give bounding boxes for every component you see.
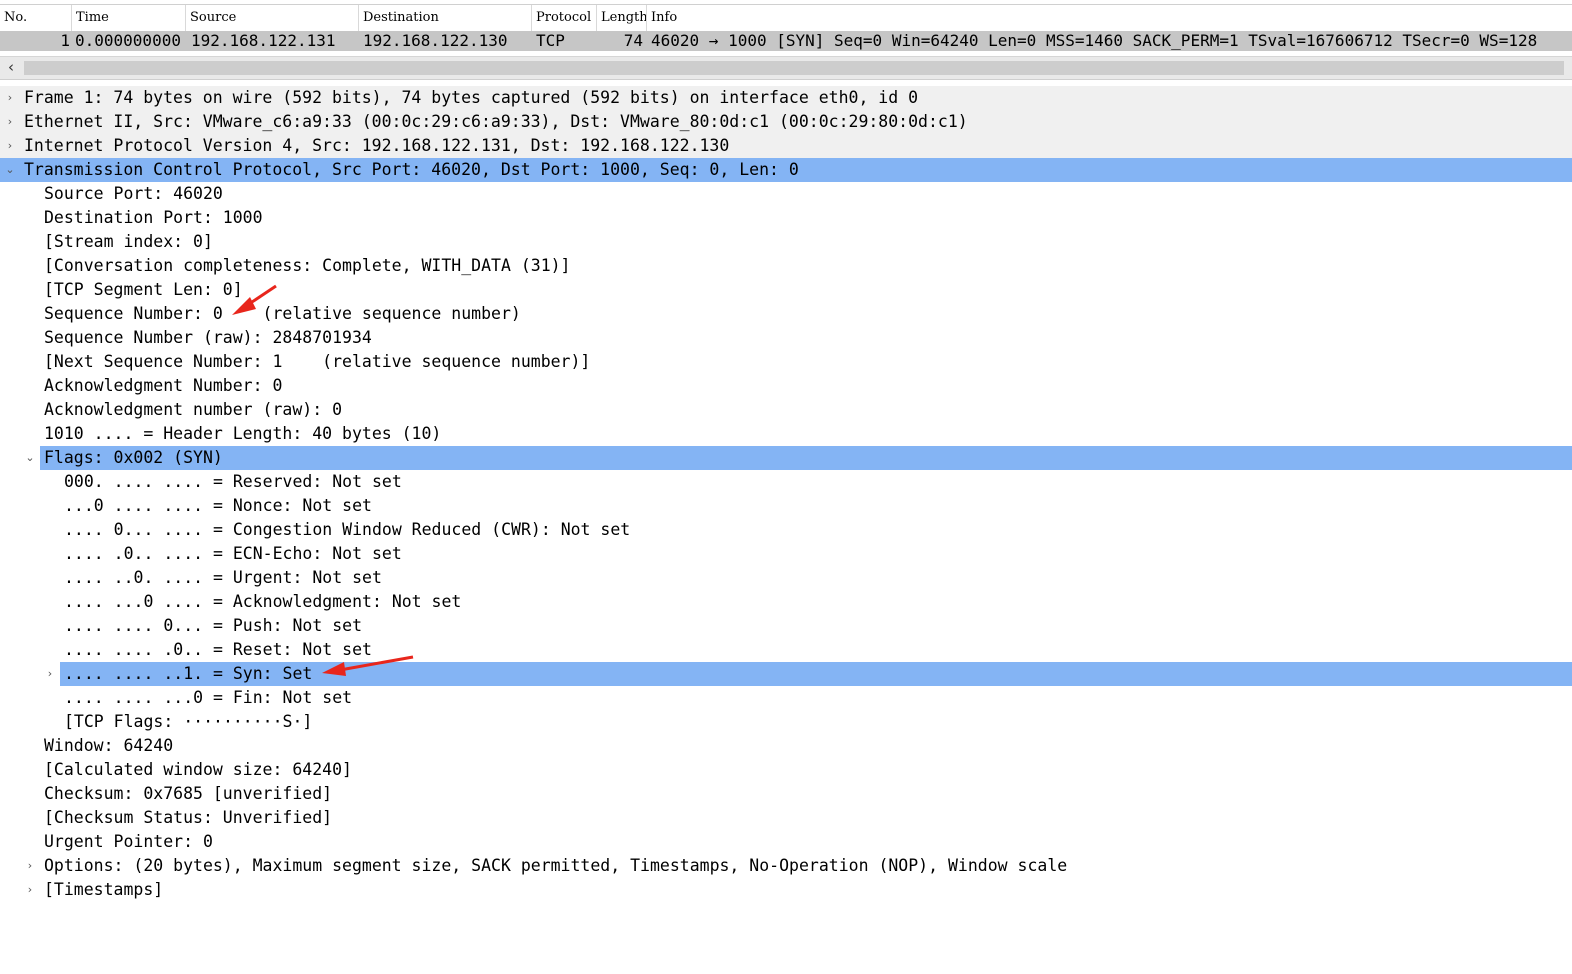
packet-detail-tree: › Frame 1: 74 bytes on wire (592 bits), …	[0, 86, 1572, 909]
tree-item-label: .... 0... .... = Congestion Window Reduc…	[64, 520, 631, 539]
tree-item-flag-reset[interactable]: .... .... .0.. = Reset: Not set	[0, 638, 1572, 662]
tree-item-label: .... ...0 .... = Acknowledgment: Not set	[64, 592, 462, 611]
column-protocol[interactable]: Protocol	[532, 5, 597, 31]
chevron-down-icon[interactable]: ⌄	[4, 158, 16, 182]
tree-item-label: 1010 .... = Header Length: 40 bytes (10)	[44, 424, 442, 443]
tree-item-flag-fin[interactable]: .... .... ...0 = Fin: Not set	[0, 686, 1572, 710]
tree-item-label: Ethernet II, Src: VMware_c6:a9:33 (00:0c…	[24, 112, 968, 131]
chevron-right-icon[interactable]: ›	[44, 662, 56, 686]
tree-item-label: .... .... 0... = Push: Not set	[64, 616, 363, 635]
column-source[interactable]: Source	[186, 5, 359, 31]
packet-info: 46020 → 1000 [SYN] Seq=0 Win=64240 Len=0…	[651, 31, 1538, 50]
tree-item-label: Options: (20 bytes), Maximum segment siz…	[44, 856, 1068, 875]
tree-item-label: .... .0.. .... = ECN-Echo: Not set	[64, 544, 402, 563]
tree-item-label: Sequence Number (raw): 2848701934	[44, 328, 372, 347]
tree-item-label: Transmission Control Protocol, Src Port:…	[24, 160, 799, 179]
tree-item-flag-urg[interactable]: .... ..0. .... = Urgent: Not set	[0, 566, 1572, 590]
packet-no: 1	[60, 31, 70, 50]
tree-item-window[interactable]: Window: 64240	[0, 734, 1572, 758]
tree-item-flag-push[interactable]: .... .... 0... = Push: Not set	[0, 614, 1572, 638]
packet-list: No. Time Source Destination Protocol Len…	[0, 0, 1572, 57]
tree-item-flag-reserved[interactable]: 000. .... .... = Reserved: Not set	[0, 470, 1572, 494]
tree-item-label: Window: 64240	[44, 736, 174, 755]
tree-item-flag-nonce[interactable]: ...0 .... .... = Nonce: Not set	[0, 494, 1572, 518]
tree-item-label: [Next Sequence Number: 1 (relative seque…	[44, 352, 591, 371]
tree-item-flags[interactable]: ⌄ Flags: 0x002 (SYN)	[0, 446, 1572, 470]
packet-list-header: No. Time Source Destination Protocol Len…	[0, 4, 1572, 32]
packet-time: 0.000000000	[75, 31, 181, 50]
chevron-right-icon[interactable]: ›	[24, 878, 36, 902]
column-time[interactable]: Time	[72, 5, 186, 31]
tree-item-src-port[interactable]: Source Port: 46020	[0, 182, 1572, 206]
tree-item-label: .... .... .0.. = Reset: Not set	[64, 640, 372, 659]
tree-item-label: .... ..0. .... = Urgent: Not set	[64, 568, 382, 587]
tree-item-tcp[interactable]: ⌄ Transmission Control Protocol, Src Por…	[0, 158, 1572, 182]
scrollbar-thumb[interactable]	[24, 61, 1564, 75]
tree-item-segment-len[interactable]: [TCP Segment Len: 0]	[0, 278, 1572, 302]
tree-item-label: [TCP Segment Len: 0]	[44, 280, 243, 299]
tree-item-seq-raw[interactable]: Sequence Number (raw): 2848701934	[0, 326, 1572, 350]
packet-length: 74	[623, 31, 643, 50]
tree-item-stream-index[interactable]: [Stream index: 0]	[0, 230, 1572, 254]
tree-item-header-len[interactable]: 1010 .... = Header Length: 40 bytes (10)	[0, 422, 1572, 446]
tree-item-label: Acknowledgment Number: 0	[44, 376, 283, 395]
tree-item-ack-raw[interactable]: Acknowledgment number (raw): 0	[0, 398, 1572, 422]
tree-item-timestamps[interactable]: › [Timestamps]	[0, 878, 1572, 902]
tree-item-label: Internet Protocol Version 4, Src: 192.16…	[24, 136, 730, 155]
tree-item-ack[interactable]: Acknowledgment Number: 0	[0, 374, 1572, 398]
horizontal-scrollbar[interactable]: ‹	[0, 56, 1572, 80]
packet-destination: 192.168.122.130	[363, 31, 508, 50]
tree-item-flag-cwr[interactable]: .... 0... .... = Congestion Window Reduc…	[0, 518, 1572, 542]
packet-protocol: TCP	[536, 31, 565, 50]
packet-row[interactable]: 1 0.000000000 192.168.122.131 192.168.12…	[0, 31, 1572, 51]
tree-item-label: Acknowledgment number (raw): 0	[44, 400, 343, 419]
tree-item-label: [Checksum Status: Unverified]	[44, 808, 333, 827]
chevron-right-icon[interactable]: ›	[4, 110, 16, 134]
tree-item-checksum-status[interactable]: [Checksum Status: Unverified]	[0, 806, 1572, 830]
tree-item-label: [Calculated window size: 64240]	[44, 760, 352, 779]
tree-item-urgent-pointer[interactable]: Urgent Pointer: 0	[0, 830, 1572, 854]
tree-item-label: Flags: 0x002 (SYN)	[44, 448, 223, 467]
tree-item-checksum[interactable]: Checksum: 0x7685 [unverified]	[0, 782, 1572, 806]
tree-item-flag-ack[interactable]: .... ...0 .... = Acknowledgment: Not set	[0, 590, 1572, 614]
selection-highlight	[40, 446, 1572, 470]
tree-item-label: .... .... ...0 = Fin: Not set	[64, 688, 353, 707]
chevron-right-icon[interactable]: ›	[24, 854, 36, 878]
tree-item-seq[interactable]: Sequence Number: 0 (relative sequence nu…	[0, 302, 1572, 326]
tree-item-ip[interactable]: › Internet Protocol Version 4, Src: 192.…	[0, 134, 1572, 158]
tree-item-flag-syn[interactable]: › .... .... ..1. = Syn: Set	[0, 662, 1572, 686]
tree-item-label: Urgent Pointer: 0	[44, 832, 213, 851]
chevron-down-icon[interactable]: ⌄	[24, 446, 36, 470]
tree-item-label: Checksum: 0x7685 [unverified]	[44, 784, 333, 803]
tree-item-label: Sequence Number: 0 (relative sequence nu…	[44, 304, 521, 323]
column-no[interactable]: No.	[0, 5, 72, 31]
tree-item-label: [TCP Flags: ··········S·]	[64, 712, 313, 731]
scroll-left-icon[interactable]: ‹	[0, 57, 22, 79]
tree-item-label: [Stream index: 0]	[44, 232, 213, 251]
tree-item-next-seq[interactable]: [Next Sequence Number: 1 (relative seque…	[0, 350, 1572, 374]
tree-item-frame[interactable]: › Frame 1: 74 bytes on wire (592 bits), …	[0, 86, 1572, 110]
packet-source: 192.168.122.131	[191, 31, 336, 50]
tree-item-calc-window[interactable]: [Calculated window size: 64240]	[0, 758, 1572, 782]
column-length[interactable]: Length	[597, 5, 647, 31]
tree-item-flag-ecn[interactable]: .... .0.. .... = ECN-Echo: Not set	[0, 542, 1572, 566]
tree-item-label: Frame 1: 74 bytes on wire (592 bits), 74…	[24, 88, 919, 107]
tree-item-label: [Timestamps]	[44, 880, 164, 899]
tree-item-label: ...0 .... .... = Nonce: Not set	[64, 496, 372, 515]
chevron-right-icon[interactable]: ›	[4, 134, 16, 158]
tree-item-label: Source Port: 46020	[44, 184, 223, 203]
tree-item-label: .... .... ..1. = Syn: Set	[64, 664, 313, 683]
column-info[interactable]: Info	[647, 5, 1572, 31]
tree-item-label: [Conversation completeness: Complete, WI…	[44, 256, 571, 275]
tree-item-tcp-flags[interactable]: [TCP Flags: ··········S·]	[0, 710, 1572, 734]
tree-item-label: 000. .... .... = Reserved: Not set	[64, 472, 402, 491]
tree-item-ethernet[interactable]: › Ethernet II, Src: VMware_c6:a9:33 (00:…	[0, 110, 1572, 134]
tree-item-label: Destination Port: 1000	[44, 208, 263, 227]
tree-item-dst-port[interactable]: Destination Port: 1000	[0, 206, 1572, 230]
tree-item-options[interactable]: › Options: (20 bytes), Maximum segment s…	[0, 854, 1572, 878]
tree-item-conversation[interactable]: [Conversation completeness: Complete, WI…	[0, 254, 1572, 278]
chevron-right-icon[interactable]: ›	[4, 86, 16, 110]
column-destination[interactable]: Destination	[359, 5, 532, 31]
